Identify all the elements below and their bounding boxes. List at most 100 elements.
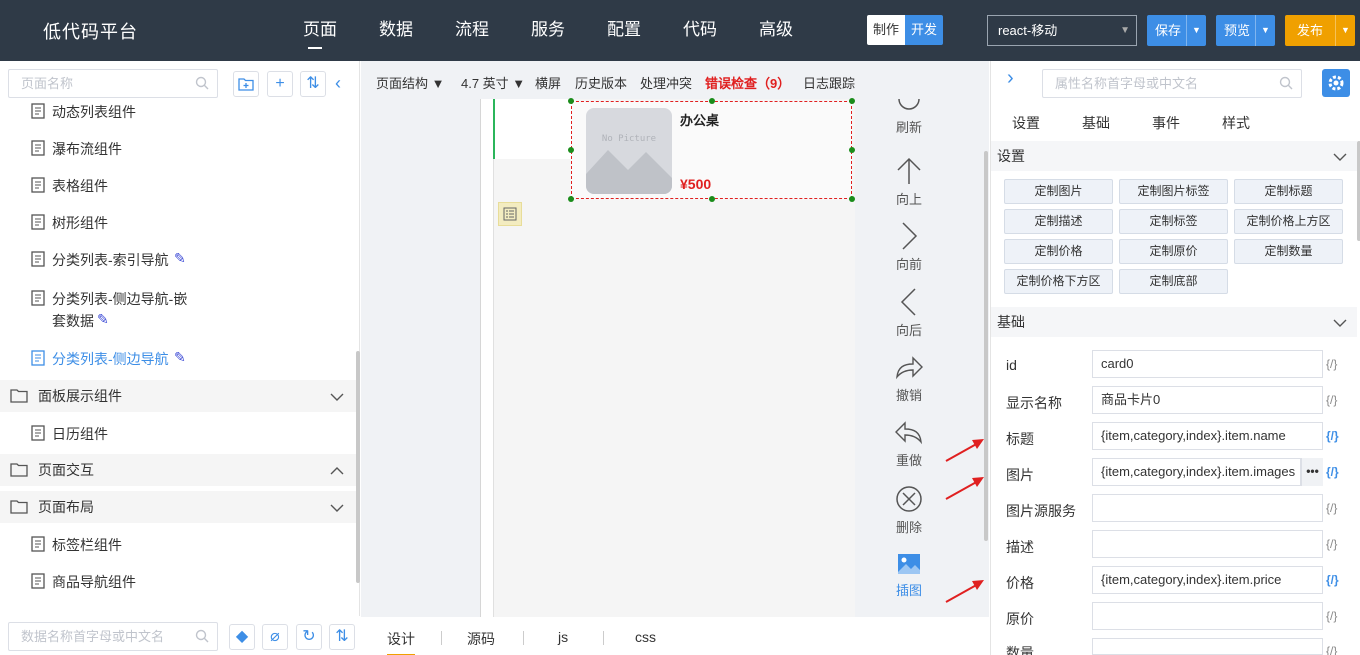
nav-page[interactable]: 页面 xyxy=(282,0,358,61)
tab-js[interactable]: js xyxy=(558,629,568,645)
sort-icon[interactable]: ⇅ xyxy=(300,71,326,97)
tree-group-layout[interactable]: 页面布局 xyxy=(0,491,356,523)
sort-icon[interactable]: ⇅ xyxy=(329,624,355,650)
custom-num-button[interactable]: 定制数量 xyxy=(1234,239,1343,264)
data-search-input[interactable]: 数据名称首字母或中文名 xyxy=(8,622,218,651)
mode-make-button[interactable]: 制作 xyxy=(867,15,905,45)
field-title-input[interactable]: {item,category,index}.item.name xyxy=(1092,422,1323,450)
forward-action[interactable]: 向前 xyxy=(889,222,929,273)
field-desc-input[interactable] xyxy=(1092,530,1323,558)
resize-handle[interactable] xyxy=(849,147,855,153)
custom-origin-price-button[interactable]: 定制原价 xyxy=(1119,239,1228,264)
page-search-input[interactable]: 页面名称 xyxy=(8,69,218,98)
error-check-button[interactable]: 错误检查（9） xyxy=(705,73,790,92)
conflict-button[interactable]: 处理冲突 xyxy=(640,73,692,92)
more-options-icon[interactable]: ••• xyxy=(1301,458,1323,486)
edit-pencil-icon[interactable]: ✎ xyxy=(97,311,109,328)
tree-item-waterfall[interactable]: 瀑布流组件 xyxy=(0,139,356,159)
resize-handle[interactable] xyxy=(849,196,855,202)
resize-handle[interactable] xyxy=(568,147,574,153)
undo-action[interactable]: 撤销 xyxy=(889,355,929,404)
custom-image-tag-button[interactable]: 定制图片标签 xyxy=(1119,179,1228,204)
tree-item-category-index[interactable]: 分类列表-索引导航 ✎ xyxy=(0,250,356,270)
refresh-action[interactable]: 刷新 xyxy=(889,99,929,136)
edit-pencil-icon[interactable]: ✎ xyxy=(174,250,186,267)
collapse-left-icon[interactable]: ‹ xyxy=(335,73,341,94)
left-scrollbar[interactable] xyxy=(356,351,360,583)
custom-desc-button[interactable]: 定制描述 xyxy=(1004,209,1113,234)
tree-item-goods-nav[interactable]: 商品导航组件 xyxy=(0,572,356,592)
tab-design[interactable]: 设计 xyxy=(387,629,415,655)
add-page-icon[interactable]: + xyxy=(267,71,293,97)
expression-toggle-icon[interactable]: {/} xyxy=(1326,644,1337,655)
nav-config[interactable]: 配置 xyxy=(586,0,662,61)
expression-toggle-icon[interactable]: {/} xyxy=(1326,537,1337,551)
field-display-name-input[interactable]: 商品卡片0 xyxy=(1092,386,1323,414)
back-action[interactable]: 向后 xyxy=(889,288,929,339)
device-size-select[interactable]: 4.7 英寸 ▼ xyxy=(461,73,525,92)
preview-button[interactable]: 预览 ▼ xyxy=(1216,15,1275,46)
tab-basic[interactable]: 基础 xyxy=(1082,113,1110,133)
location-icon[interactable]: ◆ xyxy=(229,624,255,650)
insert-image-action[interactable]: 插图 xyxy=(889,552,929,599)
log-trace-button[interactable]: 日志跟踪 xyxy=(803,73,855,92)
save-dropdown-icon[interactable]: ▼ xyxy=(1186,15,1206,46)
field-image-service-input[interactable] xyxy=(1092,494,1323,522)
nav-advanced[interactable]: 高级 xyxy=(738,0,814,61)
expression-toggle-icon[interactable]: {/} xyxy=(1326,357,1337,371)
field-image-input[interactable]: {item,category,index}.item.images xyxy=(1092,458,1301,486)
expression-toggle-icon[interactable]: {/} xyxy=(1326,573,1339,587)
section-basic-header[interactable]: 基础 xyxy=(991,307,1357,337)
tag-icon[interactable]: ⌀ xyxy=(262,624,288,650)
expression-toggle-icon[interactable]: {/} xyxy=(1326,501,1337,515)
tree-item-tabbar[interactable]: 标签栏组件 xyxy=(0,535,356,555)
publish-button[interactable]: 发布 ▼ xyxy=(1285,15,1355,46)
expression-toggle-icon[interactable]: {/} xyxy=(1326,429,1339,443)
landscape-button[interactable]: 横屏 xyxy=(535,73,561,92)
custom-tag-button[interactable]: 定制标签 xyxy=(1119,209,1228,234)
move-up-action[interactable]: 向上 xyxy=(889,157,929,208)
delete-action[interactable]: 删除 xyxy=(889,485,929,536)
tree-item-calendar[interactable]: 日历组件 xyxy=(0,424,356,444)
tab-css[interactable]: css xyxy=(635,629,656,645)
tab-source[interactable]: 源码 xyxy=(467,629,495,649)
tree-group-interaction[interactable]: 页面交互 xyxy=(0,454,356,486)
nav-data[interactable]: 数据 xyxy=(358,0,434,61)
field-id-input[interactable]: card0 xyxy=(1092,350,1323,378)
goods-card[interactable]: No Picture 办公桌 ¥500 xyxy=(568,98,855,202)
field-price-input[interactable]: {item,category,index}.item.price xyxy=(1092,566,1323,594)
gear-icon[interactable] xyxy=(1322,69,1350,97)
page-structure-button[interactable]: 页面结构 ▼ xyxy=(376,73,445,92)
tree-item-table[interactable]: 表格组件 xyxy=(0,176,356,196)
preview-dropdown-icon[interactable]: ▼ xyxy=(1255,15,1275,46)
expand-right-icon[interactable]: › xyxy=(1007,67,1014,90)
property-search-input[interactable]: 属性名称首字母或中文名 xyxy=(1042,69,1302,98)
custom-title-button[interactable]: 定制标题 xyxy=(1234,179,1343,204)
save-button[interactable]: 保存 ▼ xyxy=(1147,15,1206,46)
tree-group-panel[interactable]: 面板展示组件 xyxy=(0,380,356,412)
tab-styles[interactable]: 样式 xyxy=(1222,113,1250,133)
nav-code[interactable]: 代码 xyxy=(662,0,738,61)
add-folder-icon[interactable] xyxy=(233,71,259,97)
expression-toggle-icon[interactable]: {/} xyxy=(1326,465,1339,479)
tree-item-dynamic-list[interactable]: 动态列表组件 xyxy=(0,102,356,122)
nav-flow[interactable]: 流程 xyxy=(434,0,510,61)
mode-dev-button[interactable]: 开发 xyxy=(905,15,943,45)
edit-pencil-icon[interactable]: ✎ xyxy=(174,349,186,366)
resize-handle[interactable] xyxy=(568,196,574,202)
framework-select[interactable]: react-移动 ▼ xyxy=(987,15,1137,46)
custom-footer-button[interactable]: 定制底部 xyxy=(1119,269,1228,294)
publish-dropdown-icon[interactable]: ▼ xyxy=(1335,15,1355,46)
list-component-icon[interactable] xyxy=(498,202,522,226)
resize-handle[interactable] xyxy=(709,98,715,104)
expression-toggle-icon[interactable]: {/} xyxy=(1326,393,1337,407)
expression-toggle-icon[interactable]: {/} xyxy=(1326,609,1337,623)
tree-item-category-side-selected[interactable]: 分类列表-侧边导航 ✎ xyxy=(0,349,356,369)
resize-handle[interactable] xyxy=(709,196,715,202)
custom-price-top-button[interactable]: 定制价格上方区 xyxy=(1234,209,1343,234)
tab-settings[interactable]: 设置 xyxy=(1012,113,1040,133)
custom-image-button[interactable]: 定制图片 xyxy=(1004,179,1113,204)
resize-handle[interactable] xyxy=(849,98,855,104)
nav-service[interactable]: 服务 xyxy=(510,0,586,61)
redo-action[interactable]: 重做 xyxy=(889,420,929,469)
